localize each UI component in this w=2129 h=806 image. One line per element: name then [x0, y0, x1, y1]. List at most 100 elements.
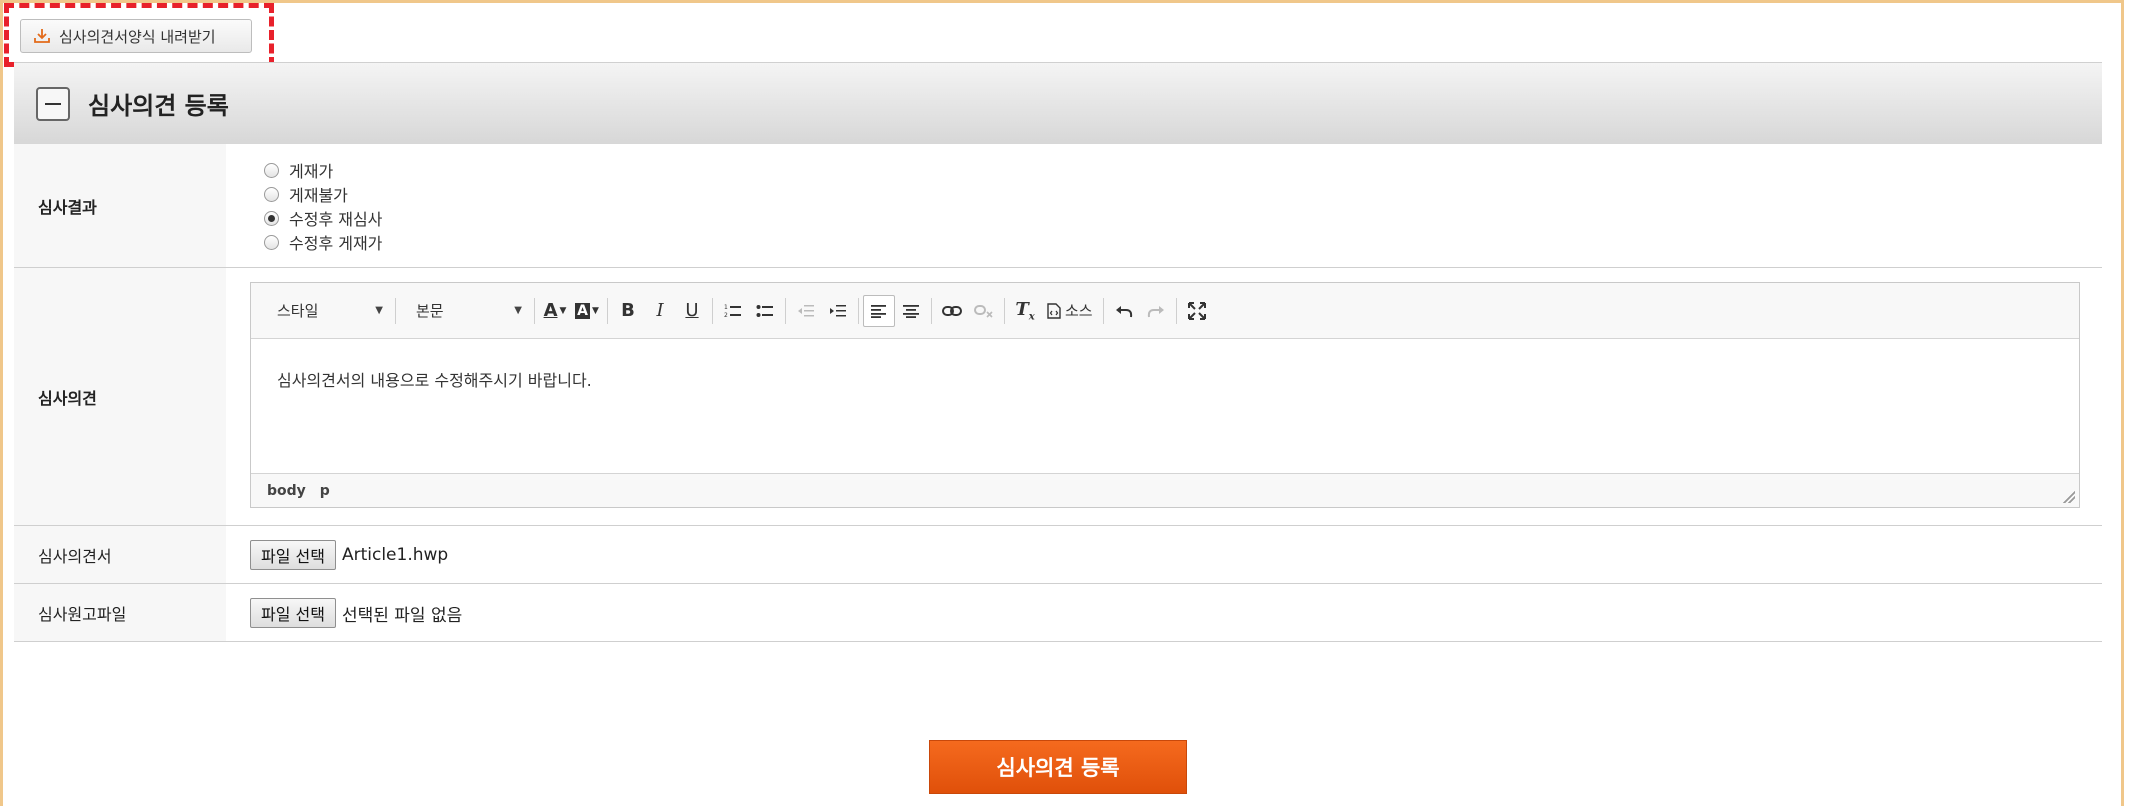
remove-format-icon: Tx [1015, 298, 1035, 323]
review-result-value: 게재가 게재불가 수정후 재심사 수정후 게재가 [226, 144, 2102, 267]
collapse-button[interactable] [36, 86, 70, 121]
radio-label: 수정후 재심사 [289, 210, 383, 229]
download-highlight-box: 심사의견서양식 내려받기 [4, 3, 274, 67]
align-center-icon [903, 304, 919, 318]
bulleted-list-button[interactable] [749, 295, 781, 327]
submit-review-button[interactable]: 심사의견 등록 [929, 740, 1187, 794]
review-manuscript-file-label: 심사원고파일 [14, 584, 226, 641]
review-manuscript-file-value: 파일 선택 선택된 파일 없음 [226, 584, 2102, 641]
choose-file-button[interactable]: 파일 선택 [250, 598, 336, 628]
selected-file-name: 선택된 파일 없음 [341, 605, 463, 626]
text-color-icon: A [543, 300, 558, 321]
numbered-list-icon: 12 [724, 304, 741, 319]
toolbar-separator [785, 297, 786, 324]
italic-icon: I [656, 300, 664, 321]
toolbar-separator [1004, 297, 1005, 324]
link-button[interactable] [936, 295, 968, 327]
svg-text:1: 1 [724, 304, 728, 311]
redo-icon [1147, 305, 1164, 317]
radio-button[interactable] [264, 162, 279, 178]
radio-option-revise-accept[interactable]: 수정후 게재가 [264, 230, 382, 254]
review-opinion-row: 심사의견 스타일 ▼ 본문 ▼ A ▼ A ▼ B I U 1 2 Tx 소스 … [14, 268, 2102, 526]
source-icon [1047, 302, 1061, 319]
undo-button[interactable] [1108, 295, 1140, 327]
caret-down-icon: ▼ [375, 305, 383, 316]
style-combo-label: 스타일 [277, 302, 319, 320]
minus-icon [45, 102, 61, 105]
review-result-radio-group: 게재가 게재불가 수정후 재심사 수정후 게재가 [264, 158, 382, 254]
indent-icon [830, 304, 846, 316]
element-path-p[interactable]: p [320, 483, 330, 499]
indent-button[interactable] [822, 295, 854, 327]
maximize-button[interactable] [1181, 295, 1213, 327]
background-color-icon: A [575, 302, 590, 319]
download-icon [34, 29, 50, 43]
editor-content-area[interactable]: 심사의견서의 내용으로 수정해주시기 바랍니다. [251, 339, 2079, 473]
radio-option-revise-rereview[interactable]: 수정후 재심사 [264, 206, 382, 230]
italic-button[interactable]: I [644, 295, 676, 327]
toolbar-separator [1102, 297, 1104, 324]
redo-button[interactable] [1140, 295, 1172, 327]
radio-label: 게재불가 [289, 186, 348, 205]
toolbar-separator [534, 297, 535, 324]
bulleted-list-icon [756, 304, 773, 317]
outdent-icon [798, 304, 814, 316]
outdent-button[interactable] [790, 295, 822, 327]
text-color-button[interactable]: A ▼ [539, 295, 571, 327]
review-opinion-value: 스타일 ▼ 본문 ▼ A ▼ A ▼ B I U 1 2 Tx 소스 심사의견서… [226, 268, 2102, 525]
download-form-button[interactable]: 심사의견서양식 내려받기 [20, 19, 252, 53]
section-header: 심사의견 등록 [14, 62, 2102, 144]
align-left-button[interactable] [863, 294, 895, 327]
align-center-button[interactable] [895, 295, 927, 327]
radio-button-checked[interactable] [264, 210, 279, 226]
maximize-icon [1187, 301, 1206, 320]
toolbar-separator [931, 297, 932, 324]
bold-icon: B [621, 300, 635, 321]
caret-down-icon: ▼ [559, 305, 567, 316]
download-form-label: 심사의견서양식 내려받기 [59, 27, 216, 46]
underline-button[interactable]: U [676, 295, 708, 327]
review-form-file-row: 심사의견서 파일 선택 Article1.hwp [14, 526, 2102, 584]
source-button[interactable]: 소스 [1041, 295, 1099, 327]
toolbar-separator [712, 297, 713, 324]
align-left-icon [871, 304, 886, 318]
link-icon [942, 305, 962, 316]
remove-format-button[interactable]: Tx [1009, 295, 1041, 327]
radio-button[interactable] [264, 234, 279, 250]
review-form-file-input: 파일 선택 Article1.hwp [250, 540, 448, 570]
radio-option-accept[interactable]: 게재가 [264, 158, 382, 182]
radio-label: 게재가 [289, 162, 334, 181]
radio-button[interactable] [264, 186, 279, 202]
review-result-row: 심사결과 게재가 게재불가 수정후 재심사 수정후 게재가 [14, 144, 2102, 268]
review-manuscript-file-input: 파일 선택 선택된 파일 없음 [250, 598, 462, 628]
review-manuscript-file-row: 심사원고파일 파일 선택 선택된 파일 없음 [14, 584, 2102, 642]
background-color-button[interactable]: A ▼ [571, 295, 603, 327]
review-opinion-label: 심사의견 [14, 268, 226, 525]
source-label: 소스 [1065, 302, 1093, 320]
unlink-icon [974, 304, 993, 318]
review-form-file-value: 파일 선택 Article1.hwp [226, 526, 2102, 583]
review-form-file-label: 심사의견서 [14, 526, 226, 583]
underline-icon: U [685, 300, 699, 321]
bold-button[interactable]: B [612, 295, 644, 327]
unlink-button[interactable] [968, 295, 1000, 327]
rich-text-editor: 스타일 ▼ 본문 ▼ A ▼ A ▼ B I U 1 2 Tx 소스 심사의견서… [250, 282, 2080, 508]
radio-label: 수정후 게재가 [289, 234, 383, 253]
element-path-body[interactable]: body [267, 483, 306, 499]
radio-option-reject[interactable]: 게재불가 [264, 182, 382, 206]
undo-icon [1115, 305, 1132, 317]
format-combo-label: 본문 [416, 302, 444, 320]
editor-toolbar: 스타일 ▼ 본문 ▼ A ▼ A ▼ B I U 1 2 Tx 소스 [251, 283, 2079, 339]
resize-grip-icon[interactable] [2063, 491, 2075, 503]
svg-text:2: 2 [724, 312, 728, 319]
toolbar-separator [607, 297, 608, 324]
caret-down-icon: ▼ [591, 305, 599, 316]
toolbar-separator [395, 297, 396, 324]
review-result-label: 심사결과 [14, 144, 226, 267]
style-combo[interactable]: 스타일 ▼ [261, 295, 391, 327]
numbered-list-button[interactable]: 12 [717, 295, 749, 327]
toolbar-separator [1175, 297, 1177, 324]
selected-file-name: Article1.hwp [341, 545, 449, 565]
format-combo[interactable]: 본문 ▼ [400, 295, 530, 327]
choose-file-button[interactable]: 파일 선택 [250, 540, 336, 570]
